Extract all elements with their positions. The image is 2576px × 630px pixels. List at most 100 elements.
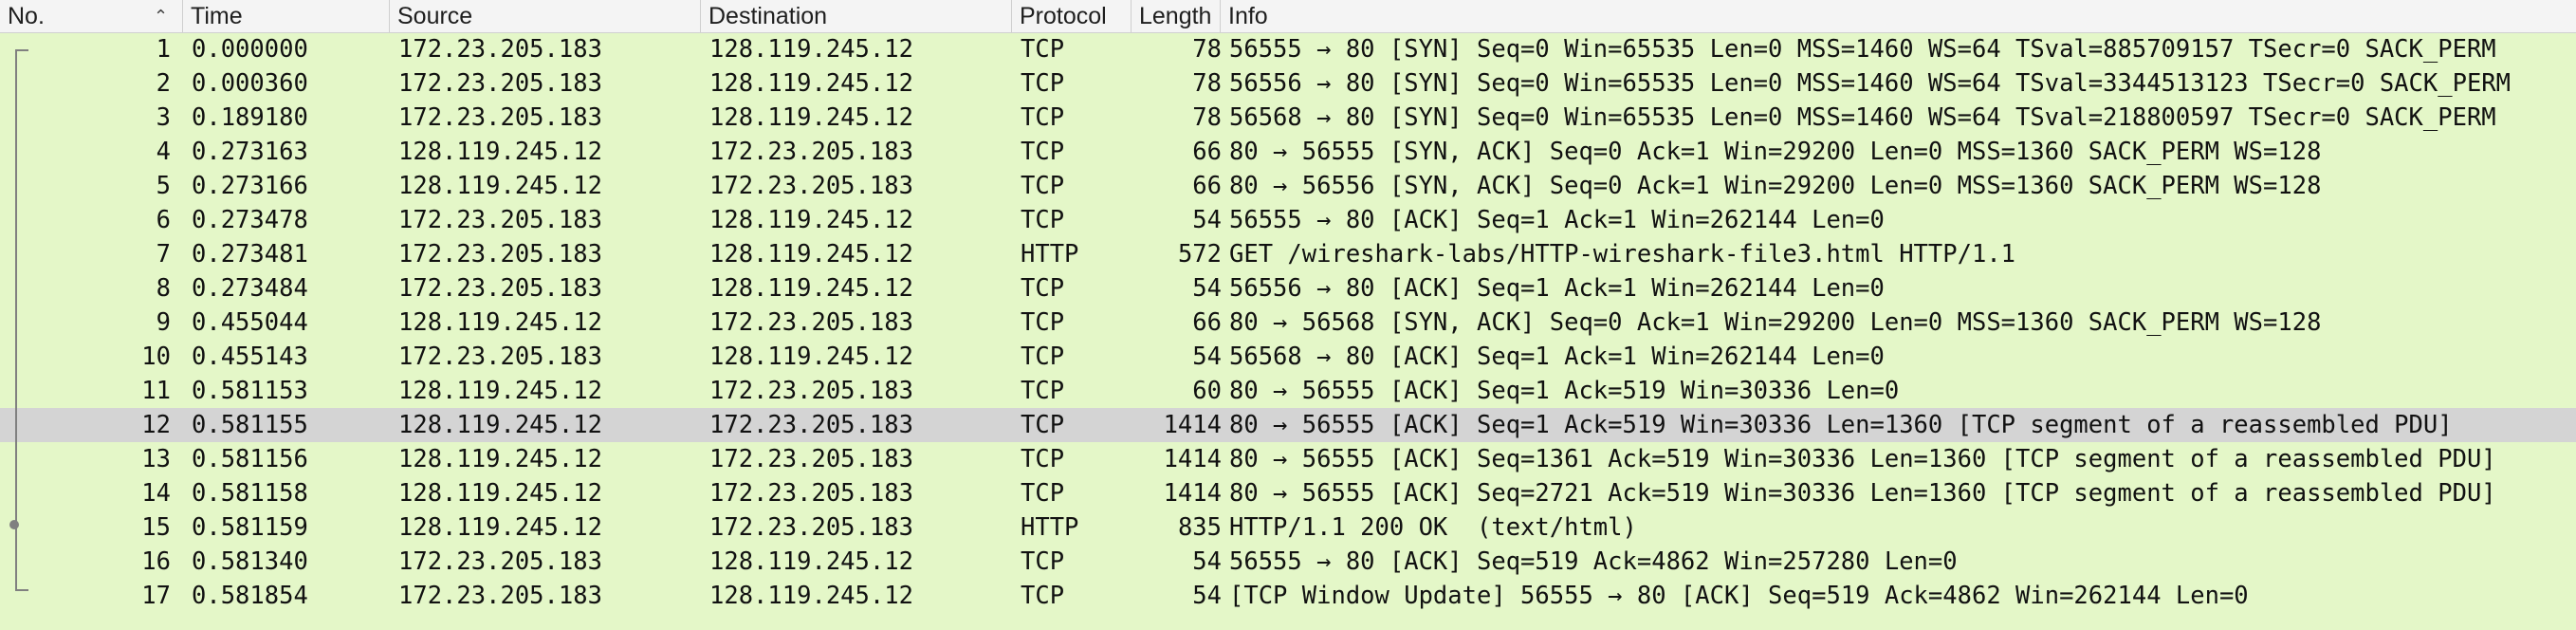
packet-info: 56568 → 80 [ACK] Seq=1 Ack=1 Win=262144 … xyxy=(1229,343,1885,371)
packet-row[interactable]: 12 0.581155 128.119.245.12 172.23.205.183 TC… xyxy=(0,408,2576,442)
packet-row[interactable]: 1 0.000000 172.23.205.183 128.119.245.12 TCP… xyxy=(0,32,2576,66)
packet-row[interactable]: 5 0.273166 128.119.245.12 172.23.205.183 TCP… xyxy=(0,169,2576,203)
packet-time: 0.273163 xyxy=(192,138,308,166)
packet-protocol: TCP xyxy=(1021,308,1065,337)
packet-source: 128.119.245.12 xyxy=(398,172,602,200)
packet-source: 128.119.245.12 xyxy=(398,479,602,508)
packet-info: 80 → 56555 [SYN, ACK] Seq=0 Ack=1 Win=29… xyxy=(1229,138,2322,166)
packet-source: 128.119.245.12 xyxy=(398,308,602,337)
packet-protocol: TCP xyxy=(1021,343,1065,371)
packet-info: 80 → 56555 [ACK] Seq=2721 Ack=519 Win=30… xyxy=(1229,479,2496,508)
packet-row[interactable]: 8 0.273484 172.23.205.183 128.119.245.12 TCP… xyxy=(0,271,2576,306)
packet-row[interactable]: 2 0.000360 172.23.205.183 128.119.245.12 TCP… xyxy=(0,66,2576,101)
packet-time: 0.581340 xyxy=(192,547,308,576)
packet-time: 0.581158 xyxy=(192,479,308,508)
column-header-time[interactable]: Time xyxy=(182,0,389,32)
packet-row[interactable]: 6 0.273478 172.23.205.183 128.119.245.12 TCP… xyxy=(0,203,2576,237)
packet-source: 172.23.205.183 xyxy=(398,69,602,98)
packet-destination: 172.23.205.183 xyxy=(709,479,913,508)
packet-source: 128.119.245.12 xyxy=(398,445,602,473)
packet-row[interactable]: 9 0.455044 128.119.245.12 172.23.205.183 TCP… xyxy=(0,306,2576,340)
packet-source: 128.119.245.12 xyxy=(398,411,602,439)
packet-no: 12 xyxy=(141,411,171,439)
packet-no: 9 xyxy=(156,308,171,337)
packet-source: 128.119.245.12 xyxy=(398,513,602,542)
packet-protocol: TCP xyxy=(1021,445,1065,473)
packet-destination: 128.119.245.12 xyxy=(709,206,913,234)
conversation-end-marker xyxy=(15,589,28,591)
packet-no: 2 xyxy=(156,69,171,98)
packet-row[interactable]: 14 0.581158 128.119.245.12 172.23.205.183 TC… xyxy=(0,476,2576,510)
packet-time: 0.273484 xyxy=(192,274,308,303)
packet-time: 0.581156 xyxy=(192,445,308,473)
packet-length: 54 xyxy=(1192,582,1222,610)
packet-time: 0.455044 xyxy=(192,308,308,337)
packet-protocol: HTTP xyxy=(1021,513,1079,542)
packet-info: 80 → 56555 [ACK] Seq=1 Ack=519 Win=30336… xyxy=(1229,377,1900,405)
packet-destination: 128.119.245.12 xyxy=(709,69,913,98)
packet-time: 0.273478 xyxy=(192,206,308,234)
packet-time: 0.273166 xyxy=(192,172,308,200)
packet-row[interactable]: 7 0.273481 172.23.205.183 128.119.245.12 HTT… xyxy=(0,237,2576,271)
packet-protocol: TCP xyxy=(1021,138,1065,166)
packet-no: 8 xyxy=(156,274,171,303)
packet-time: 0.189180 xyxy=(192,103,308,132)
packet-row[interactable]: 10 0.455143 172.23.205.183 128.119.245.12 TC… xyxy=(0,340,2576,374)
column-header-info[interactable]: Info xyxy=(1220,0,2576,32)
packet-info: HTTP/1.1 200 OK (text/html) xyxy=(1229,513,1637,542)
packet-protocol: TCP xyxy=(1021,172,1065,200)
packet-row[interactable]: 16 0.581340 172.23.205.183 128.119.245.12 TC… xyxy=(0,545,2576,579)
packet-protocol: TCP xyxy=(1021,582,1065,610)
packet-destination: 128.119.245.12 xyxy=(709,274,913,303)
packet-time: 0.581155 xyxy=(192,411,308,439)
packet-length: 572 xyxy=(1177,240,1222,269)
packet-no: 4 xyxy=(156,138,171,166)
packet-protocol: TCP xyxy=(1021,547,1065,576)
packet-destination: 128.119.245.12 xyxy=(709,35,913,64)
packet-length: 78 xyxy=(1192,69,1222,98)
conversation-start-marker xyxy=(15,49,28,51)
packet-no: 16 xyxy=(141,547,171,576)
packet-destination: 128.119.245.12 xyxy=(709,547,913,576)
column-header-protocol[interactable]: Protocol xyxy=(1011,0,1131,32)
packet-protocol: TCP xyxy=(1021,377,1065,405)
packet-destination: 128.119.245.12 xyxy=(709,582,913,610)
column-header-source[interactable]: Source xyxy=(389,0,700,32)
packet-row[interactable]: 13 0.581156 128.119.245.12 172.23.205.183 TC… xyxy=(0,442,2576,476)
sort-ascending-icon[interactable]: ⌃ xyxy=(154,0,168,32)
conversation-response-marker xyxy=(9,520,19,529)
packet-row[interactable]: 3 0.189180 172.23.205.183 128.119.245.12 TCP… xyxy=(0,101,2576,135)
packet-no: 10 xyxy=(141,343,171,371)
packet-protocol: TCP xyxy=(1021,274,1065,303)
packet-destination: 172.23.205.183 xyxy=(709,308,913,337)
packet-no: 5 xyxy=(156,172,171,200)
packet-source: 172.23.205.183 xyxy=(398,35,602,64)
column-header-length[interactable]: Length xyxy=(1131,0,1225,32)
packet-time: 0.273481 xyxy=(192,240,308,269)
packet-length: 60 xyxy=(1192,377,1222,405)
conversation-line xyxy=(15,49,17,591)
packet-protocol: TCP xyxy=(1021,69,1065,98)
packet-destination: 172.23.205.183 xyxy=(709,445,913,473)
packet-no: 13 xyxy=(141,445,171,473)
packet-row[interactable]: 4 0.273163 128.119.245.12 172.23.205.183 TCP… xyxy=(0,135,2576,169)
packet-time: 0.455143 xyxy=(192,343,308,371)
packet-source: 172.23.205.183 xyxy=(398,343,602,371)
packet-list[interactable]: No. ⌃ Time Source Destination Protocol L… xyxy=(0,0,2576,630)
column-header-destination[interactable]: Destination xyxy=(700,0,1011,32)
packet-destination: 172.23.205.183 xyxy=(709,411,913,439)
packet-no: 3 xyxy=(156,103,171,132)
packet-source: 172.23.205.183 xyxy=(398,240,602,269)
packet-info: 56555 → 80 [ACK] Seq=1 Ack=1 Win=262144 … xyxy=(1229,206,1885,234)
packet-row[interactable]: 17 0.581854 172.23.205.183 128.119.245.12 TC… xyxy=(0,579,2576,613)
packet-destination: 172.23.205.183 xyxy=(709,513,913,542)
packet-length: 66 xyxy=(1192,308,1222,337)
packet-protocol: HTTP xyxy=(1021,240,1079,269)
packet-length: 54 xyxy=(1192,547,1222,576)
packet-row[interactable]: 11 0.581153 128.119.245.12 172.23.205.183 TC… xyxy=(0,374,2576,408)
packet-no: 15 xyxy=(141,513,171,542)
packet-no: 6 xyxy=(156,206,171,234)
packet-row[interactable]: 15 0.581159 128.119.245.12 172.23.205.183 HT… xyxy=(0,510,2576,545)
packet-protocol: TCP xyxy=(1021,479,1065,508)
packet-source: 128.119.245.12 xyxy=(398,138,602,166)
